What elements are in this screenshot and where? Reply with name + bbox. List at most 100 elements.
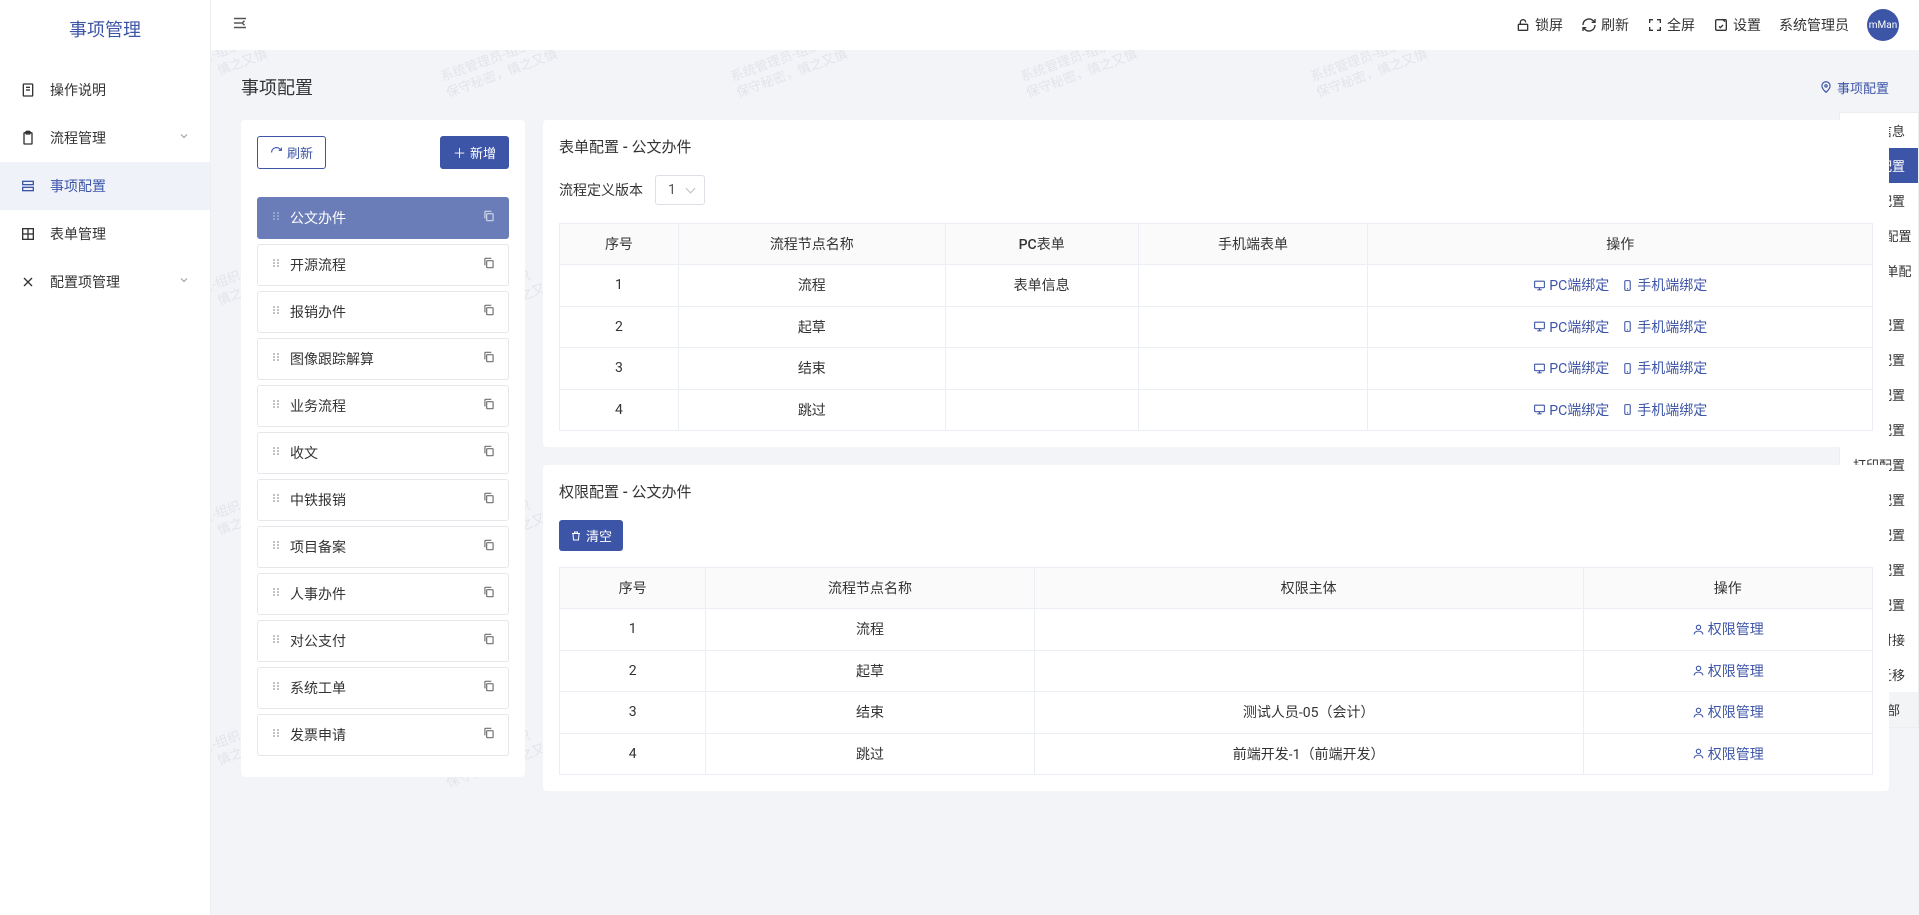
copy-icon[interactable] [482, 350, 496, 368]
table-row: 2起草PC端绑定手机端绑定 [560, 306, 1873, 348]
menu-label: 表单管理 [50, 224, 106, 244]
copy-icon[interactable] [482, 256, 496, 274]
topbar: 锁屏 刷新 全屏 设置 系统管理员 mMan [211, 0, 1919, 50]
menu-icon [20, 274, 36, 290]
copy-icon[interactable] [482, 397, 496, 415]
version-select[interactable]: 1 [655, 175, 705, 205]
item-list-row[interactable]: 中铁报销 [257, 479, 509, 521]
table-row: 2起草权限管理 [560, 650, 1873, 692]
settings-button[interactable]: 设置 [1713, 15, 1761, 35]
mobile-bind-link[interactable]: 手机端绑定 [1621, 275, 1707, 295]
drag-icon [270, 633, 282, 649]
drag-icon [270, 586, 282, 602]
menu-icon [20, 82, 36, 98]
lock-button[interactable]: 锁屏 [1515, 15, 1563, 35]
chevron-down-icon [178, 130, 190, 146]
sidebar-item[interactable]: 事项配置 [0, 162, 210, 210]
item-label: 公文办件 [290, 208, 346, 228]
drag-icon [270, 727, 282, 743]
item-label: 系统工单 [290, 678, 346, 698]
fullscreen-button[interactable]: 全屏 [1647, 15, 1695, 35]
drag-icon [270, 445, 282, 461]
item-list-row[interactable]: 发票申请 [257, 714, 509, 756]
drag-icon [270, 257, 282, 273]
mobile-bind-link[interactable]: 手机端绑定 [1621, 358, 1707, 378]
sidebar-item[interactable]: 配置项管理 [0, 258, 210, 306]
app-title: 事项管理 [0, 0, 210, 58]
copy-icon[interactable] [482, 726, 496, 744]
col-header: 手机端表单 [1138, 224, 1368, 265]
col-header: 操作 [1368, 224, 1873, 265]
page-title: 事项配置 [241, 74, 313, 100]
item-list-row[interactable]: 报销办件 [257, 291, 509, 333]
mobile-bind-link[interactable]: 手机端绑定 [1621, 317, 1707, 337]
col-header: 序号 [560, 568, 706, 609]
perm-manage-link[interactable]: 权限管理 [1692, 744, 1764, 764]
clear-button[interactable]: 清空 [559, 520, 623, 551]
perm-manage-link[interactable]: 权限管理 [1692, 661, 1764, 681]
copy-icon[interactable] [482, 303, 496, 321]
menu-icon [20, 178, 36, 194]
sidebar: 事项管理 操作说明流程管理事项配置表单管理配置项管理 [0, 0, 211, 915]
drag-icon [270, 210, 282, 226]
pc-bind-link[interactable]: PC端绑定 [1533, 400, 1609, 420]
table-row: 1流程权限管理 [560, 609, 1873, 651]
item-list-row[interactable]: 项目备案 [257, 526, 509, 568]
item-list-row[interactable]: 系统工单 [257, 667, 509, 709]
sidebar-item[interactable]: 流程管理 [0, 114, 210, 162]
pc-bind-link[interactable]: PC端绑定 [1533, 358, 1609, 378]
table-row: 3结束测试人员-05（会计）权限管理 [560, 692, 1873, 734]
collapse-sidebar-icon[interactable] [231, 14, 249, 36]
drag-icon [270, 492, 282, 508]
copy-icon[interactable] [482, 632, 496, 650]
item-list-row[interactable]: 收文 [257, 432, 509, 474]
perm-manage-link[interactable]: 权限管理 [1692, 619, 1764, 639]
avatar[interactable]: mMan [1867, 9, 1899, 41]
chevron-down-icon [178, 274, 190, 290]
item-list-row[interactable]: 人事办件 [257, 573, 509, 615]
col-header: 序号 [560, 224, 679, 265]
form-config-title: 表单配置 - 公文办件 [559, 136, 1873, 157]
menu-label: 配置项管理 [50, 272, 120, 292]
drag-icon [270, 351, 282, 367]
item-list-row[interactable]: 业务流程 [257, 385, 509, 427]
user-label[interactable]: 系统管理员 [1779, 15, 1849, 35]
item-label: 发票申请 [290, 725, 346, 745]
item-label: 人事办件 [290, 584, 346, 604]
menu-label: 事项配置 [50, 176, 106, 196]
refresh-button[interactable]: 刷新 [1581, 15, 1629, 35]
copy-icon[interactable] [482, 585, 496, 603]
item-label: 图像跟踪解算 [290, 349, 374, 369]
drag-icon [270, 539, 282, 555]
table-row: 3结束PC端绑定手机端绑定 [560, 348, 1873, 390]
copy-icon[interactable] [482, 209, 496, 227]
sidebar-item[interactable]: 操作说明 [0, 66, 210, 114]
item-list-row[interactable]: 图像跟踪解算 [257, 338, 509, 380]
pc-bind-link[interactable]: PC端绑定 [1533, 275, 1609, 295]
menu-label: 流程管理 [50, 128, 106, 148]
version-label: 流程定义版本 [559, 180, 643, 200]
table-row: 1流程表单信息PC端绑定手机端绑定 [560, 265, 1873, 307]
col-header: 流程节点名称 [678, 224, 945, 265]
item-list-row[interactable]: 对公支付 [257, 620, 509, 662]
copy-icon[interactable] [482, 491, 496, 509]
item-list-panel: 刷新 ＋新增 公文办件开源流程报销办件图像跟踪解算业务流程收文中铁报销项目备案人… [241, 120, 525, 777]
copy-icon[interactable] [482, 538, 496, 556]
drag-icon [270, 304, 282, 320]
perm-config-title: 权限配置 - 公文办件 [559, 481, 1873, 502]
breadcrumb: 事项配置 [1819, 78, 1889, 97]
item-list-row[interactable]: 开源流程 [257, 244, 509, 286]
refresh-list-button[interactable]: 刷新 [257, 136, 326, 169]
location-icon [1819, 80, 1833, 94]
copy-icon[interactable] [482, 679, 496, 697]
item-list-row[interactable]: 公文办件 [257, 197, 509, 239]
drag-icon [270, 398, 282, 414]
pc-bind-link[interactable]: PC端绑定 [1533, 317, 1609, 337]
item-label: 对公支付 [290, 631, 346, 651]
mobile-bind-link[interactable]: 手机端绑定 [1621, 400, 1707, 420]
sidebar-item[interactable]: 表单管理 [0, 210, 210, 258]
col-header: 权限主体 [1034, 568, 1583, 609]
add-item-button[interactable]: ＋新增 [440, 136, 509, 169]
copy-icon[interactable] [482, 444, 496, 462]
perm-manage-link[interactable]: 权限管理 [1692, 702, 1764, 722]
